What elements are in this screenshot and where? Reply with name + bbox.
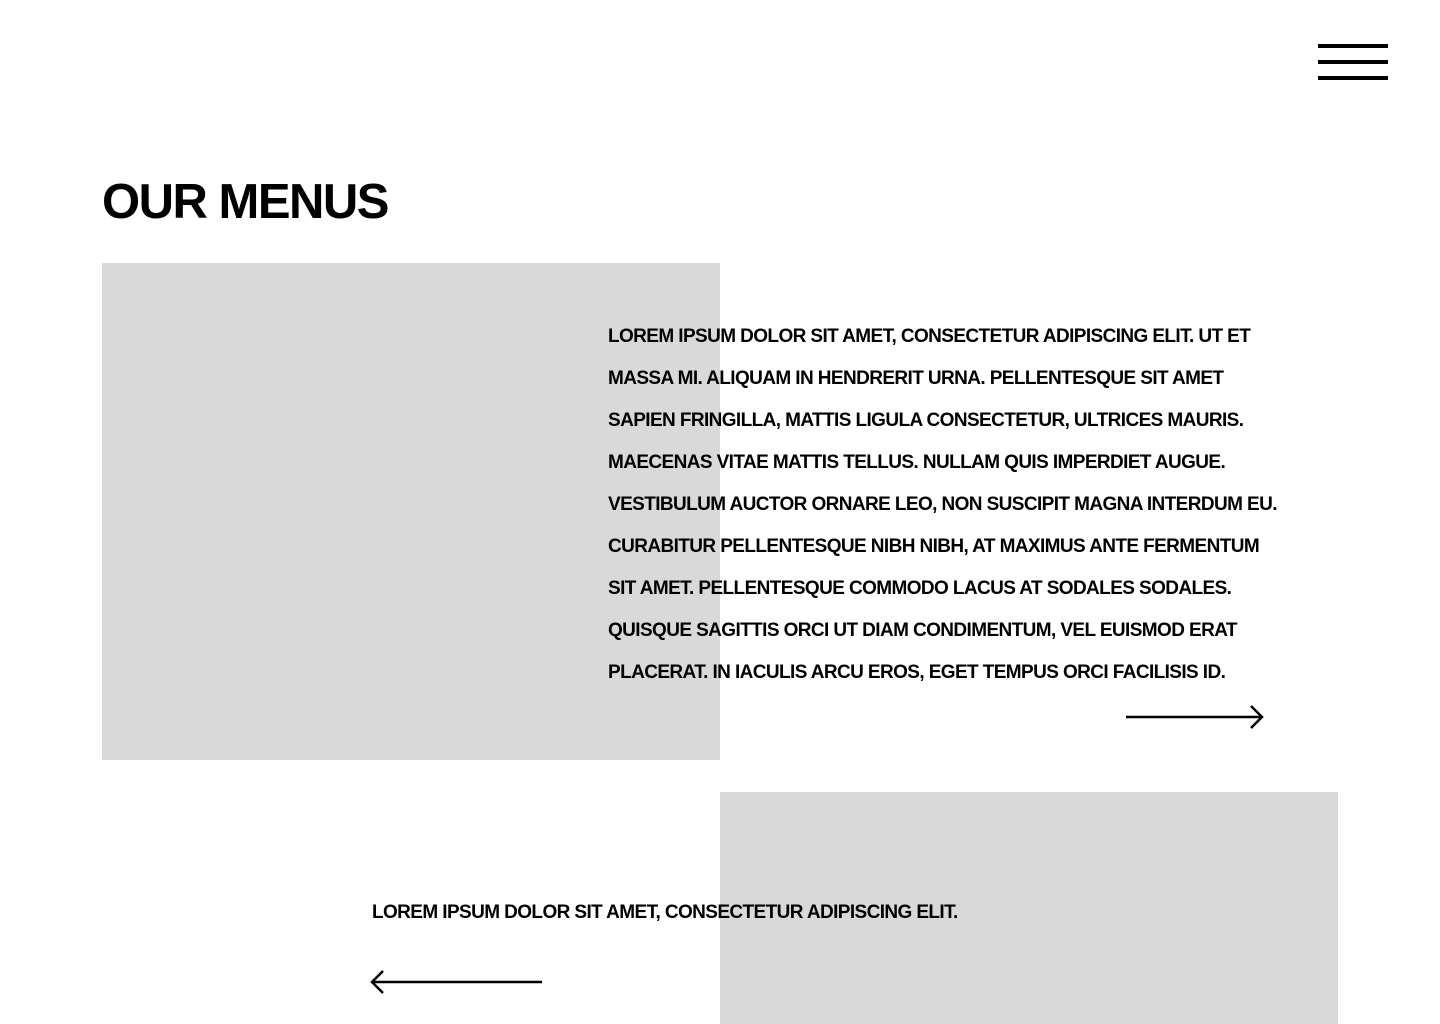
- page-title: OUR MENUS: [102, 175, 389, 229]
- menu-description-2: LOREM IPSUM DOLOR SIT AMET, CONSECTETUR …: [372, 902, 958, 923]
- arrow-right-icon[interactable]: [1124, 703, 1266, 731]
- menu-description-1: LOREM IPSUM DOLOR SIT AMET, CONSECTETUR …: [608, 326, 1277, 683]
- hamburger-menu-icon[interactable]: [1318, 44, 1388, 80]
- arrow-left-icon[interactable]: [368, 967, 544, 997]
